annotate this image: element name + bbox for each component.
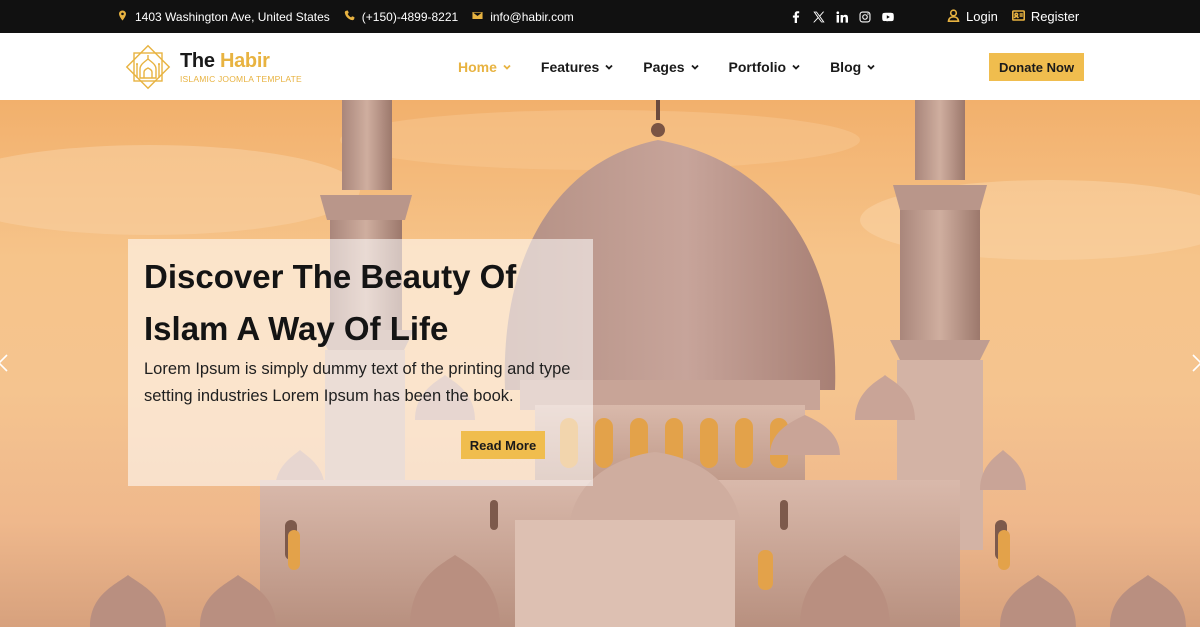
nav-item-blog[interactable]: Blog <box>830 59 875 75</box>
chevron-down-icon <box>503 64 511 70</box>
top-bar: 1403 Washington Ave, United States (+150… <box>0 0 1200 33</box>
main-nav: Home Features Pages Portfolio Blog <box>458 33 875 100</box>
mosque-logo-icon <box>125 44 171 90</box>
nav-item-features[interactable]: Features <box>541 59 613 75</box>
register-label: Register <box>1030 9 1080 24</box>
site-logo[interactable]: The Habir ISLAMIC JOOMLA TEMPLATE <box>122 42 302 92</box>
user-icon <box>947 8 960 25</box>
nav-item-home[interactable]: Home <box>458 59 511 75</box>
nav-label-portfolio: Portfolio <box>728 58 787 75</box>
address-text: 1403 Washington Ave, United States <box>135 9 330 24</box>
instagram-icon[interactable] <box>858 10 871 23</box>
chevron-down-icon <box>792 64 800 70</box>
hero-slider: Discover The Beauty Of Islam A Way Of Li… <box>0 100 1200 627</box>
facebook-icon[interactable] <box>789 10 802 23</box>
x-icon[interactable] <box>812 10 825 23</box>
nav-label-features: Features <box>540 58 600 75</box>
phone-text: (+150)-4899-8221 <box>361 9 459 24</box>
email-text: info@habir.com <box>490 9 574 24</box>
login-label: Login <box>966 9 998 24</box>
brand-name-part1: The <box>180 50 215 72</box>
slider-prev-arrow[interactable] <box>0 354 8 372</box>
social-links <box>789 0 894 33</box>
slider-next-arrow[interactable] <box>1192 354 1200 372</box>
nav-label-pages: Pages <box>643 58 685 75</box>
linkedin-icon[interactable] <box>835 10 848 23</box>
chevron-down-icon <box>867 64 875 70</box>
nav-item-portfolio[interactable]: Portfolio <box>729 59 801 75</box>
register-link[interactable]: Register <box>1011 9 1080 25</box>
hero-caption: Discover The Beauty Of Islam A Way Of Li… <box>128 239 593 486</box>
chevron-down-icon <box>605 64 613 70</box>
brand-tagline: ISLAMIC JOOMLA TEMPLATE <box>180 74 302 84</box>
auth-links: Login Register <box>947 0 1079 33</box>
email-item[interactable]: info@habir.com <box>472 10 574 24</box>
main-header: The Habir ISLAMIC JOOMLA TEMPLATE Home F… <box>0 33 1200 100</box>
map-pin-icon <box>117 9 128 24</box>
logo-text: The Habir ISLAMIC JOOMLA TEMPLATE <box>180 50 302 84</box>
hero-title: Discover The Beauty Of Islam A Way Of Li… <box>144 258 517 347</box>
brand-name-part2: Habir <box>219 50 270 72</box>
id-card-icon <box>1011 9 1025 25</box>
chevron-left-icon <box>0 354 8 372</box>
nav-label-home: Home <box>458 58 497 75</box>
phone-icon <box>344 10 355 24</box>
nav-label-blog: Blog <box>830 58 862 75</box>
login-link[interactable]: Login <box>947 8 998 25</box>
address-item: 1403 Washington Ave, United States <box>117 10 330 24</box>
youtube-icon[interactable] <box>881 10 894 23</box>
chevron-right-icon <box>1192 354 1200 372</box>
contact-info: 1403 Washington Ave, United States (+150… <box>117 0 574 33</box>
brand-name: The Habir <box>180 50 302 73</box>
nav-item-pages[interactable]: Pages <box>643 58 699 75</box>
read-more-button[interactable]: Read More <box>461 431 545 459</box>
donate-button[interactable]: Donate Now <box>989 53 1084 81</box>
envelope-icon <box>472 10 483 24</box>
chevron-down-icon <box>690 64 699 70</box>
hero-text: Lorem Ipsum is simply dummy text of the … <box>144 360 571 405</box>
phone-item[interactable]: (+150)-4899-8221 <box>344 10 458 24</box>
